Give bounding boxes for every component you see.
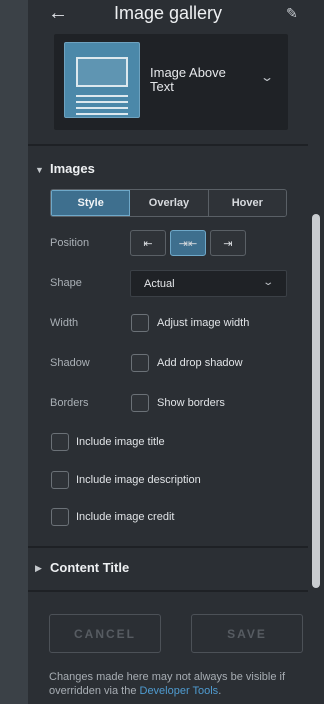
layout-label: Image Above Text — [150, 65, 226, 94]
include-credit-checkbox[interactable] — [51, 508, 69, 526]
align-left-button[interactable]: ⇤ — [130, 230, 166, 256]
edit-pencil-icon[interactable]: ✎ — [286, 5, 298, 22]
show-borders-label[interactable]: Show borders — [157, 397, 225, 409]
drop-shadow-label[interactable]: Add drop shadow — [157, 357, 243, 369]
panel-header: ← Image gallery ✎ — [28, 0, 308, 30]
include-title-checkbox[interactable] — [51, 433, 69, 451]
divider — [28, 144, 308, 146]
align-center-button[interactable]: ⇥⇤ — [170, 230, 206, 256]
position-button-group: ⇤ ⇥⇤ ⇥ — [130, 230, 247, 256]
tab-hover[interactable]: Hover — [208, 190, 286, 216]
images-tabs: Style Overlay Hover — [50, 189, 287, 217]
panel-title: Image gallery — [113, 3, 223, 23]
adjust-width-label[interactable]: Adjust image width — [157, 317, 249, 329]
section-title-images[interactable]: Images — [50, 161, 95, 176]
tab-overlay[interactable]: Overlay — [130, 190, 209, 216]
layout-selector[interactable]: Image Above Text ⌄ — [54, 34, 288, 130]
scrollbar-thumb[interactable] — [312, 214, 320, 588]
right-strip — [324, 0, 336, 704]
layout-thumbnail-icon — [64, 42, 140, 118]
shape-label: Shape — [50, 277, 82, 289]
section-title-content-title[interactable]: Content Title — [50, 560, 129, 575]
show-borders-checkbox[interactable] — [131, 394, 149, 412]
shape-select-value: Actual — [144, 278, 175, 290]
thumbnail-line — [76, 101, 128, 103]
caret-right-icon[interactable]: ▶ — [35, 563, 42, 574]
drop-shadow-checkbox[interactable] — [131, 354, 149, 372]
divider — [28, 590, 308, 592]
footer-note-period: . — [218, 685, 222, 697]
cancel-button[interactable]: CANCEL — [49, 614, 161, 653]
include-description-checkbox[interactable] — [51, 471, 69, 489]
thumbnail-line — [76, 107, 128, 109]
thumbnail-image-block — [76, 57, 128, 87]
adjust-width-checkbox[interactable] — [131, 314, 149, 332]
include-description-label[interactable]: Include image description — [76, 474, 201, 486]
divider — [28, 546, 308, 548]
developer-tools-link[interactable]: Developer Tools — [140, 685, 219, 697]
thumbnail-line — [76, 113, 128, 115]
shape-select[interactable]: Actual ⌄ — [130, 270, 287, 297]
shadow-label: Shadow — [50, 357, 90, 369]
caret-down-icon[interactable]: ▼ — [35, 165, 44, 175]
footer-note: Changes made here may not always be visi… — [49, 670, 309, 698]
width-label: Width — [50, 317, 79, 329]
borders-label: Borders — [50, 397, 89, 409]
include-title-label[interactable]: Include image title — [76, 436, 165, 448]
align-right-button[interactable]: ⇥ — [210, 230, 246, 256]
position-label: Position — [50, 237, 90, 249]
thumbnail-line — [76, 95, 128, 97]
tab-style[interactable]: Style — [51, 190, 131, 216]
save-button[interactable]: SAVE — [191, 614, 303, 653]
chevron-down-icon: ⌄ — [261, 277, 274, 288]
left-strip — [0, 0, 28, 704]
include-credit-label[interactable]: Include image credit — [76, 511, 174, 523]
chevron-down-icon: ⌄ — [259, 70, 275, 84]
